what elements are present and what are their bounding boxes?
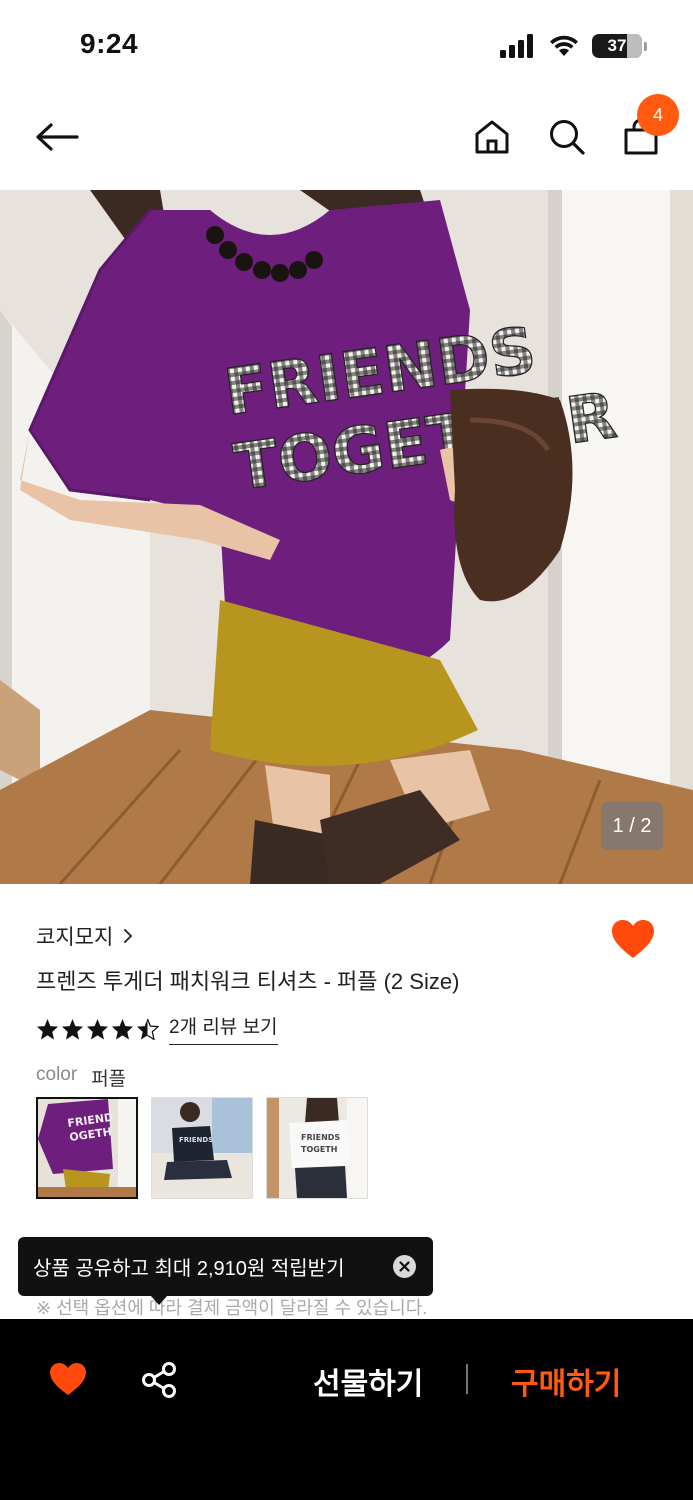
home-button[interactable] [467, 112, 517, 162]
tooltip-close-button[interactable] [393, 1255, 416, 1278]
svg-text:TOGETH: TOGETH [301, 1145, 337, 1154]
wishlist-heart-icon[interactable] [48, 1361, 88, 1397]
back-button[interactable] [32, 112, 82, 162]
brand-name: 코지모지 [36, 926, 114, 949]
action-divider [466, 1364, 468, 1394]
chevron-right-icon [124, 929, 133, 943]
product-photo: FRIENDS TOGETHER [0, 190, 693, 884]
star-icon [61, 1018, 84, 1040]
brand-link[interactable]: 코지모지 [36, 921, 133, 951]
close-icon [399, 1261, 410, 1272]
color-thumb-purple[interactable]: FRIEND OGETH [36, 1097, 138, 1199]
rating-stars [36, 1018, 159, 1040]
thumb-image-white: FRIENDS TOGETH [267, 1098, 367, 1198]
search-icon [550, 120, 585, 155]
star-icon [36, 1018, 59, 1040]
product-title: 프렌즈 투게더 패치워크 티셔츠 - 퍼플 (2 Size) [36, 969, 460, 994]
status-bar: 9:24 37 [0, 0, 693, 92]
arrow-left-icon [36, 123, 79, 151]
tooltip-text: 상품 공유하고 최대 2,910원 적립받기 [33, 1258, 345, 1280]
color-thumbnails: FRIEND OGETH FRIENDS FRIENDS TOGETH [36, 1097, 368, 1199]
top-navigation [0, 92, 693, 190]
battery-icon: 37 [592, 34, 642, 58]
color-thumb-navy[interactable]: FRIENDS [151, 1097, 253, 1199]
thumb-image-purple: FRIEND OGETH [38, 1099, 136, 1197]
search-button[interactable] [542, 112, 592, 162]
wifi-icon [550, 35, 578, 56]
svg-text:FRIENDS: FRIENDS [301, 1133, 340, 1142]
status-time: 9:24 [80, 28, 139, 59]
cart-count-badge: 4 [637, 94, 679, 136]
svg-text:FRIENDS: FRIENDS [179, 1136, 213, 1144]
price-notice: ※ 선택 옵션에 따라 결제 금액이 달라질 수 있습니다. [36, 1298, 428, 1318]
product-image-gallery[interactable]: FRIENDS TOGETHER 1 / 2 [0, 190, 693, 884]
color-value: 퍼플 [91, 1069, 127, 1090]
home-icon [475, 120, 509, 154]
share-icon[interactable] [140, 1361, 178, 1399]
battery-tip [644, 41, 647, 51]
wishlist-heart-icon[interactable] [610, 918, 656, 960]
gift-button[interactable]: 선물하기 [313, 1359, 423, 1403]
buy-button[interactable]: 구매하기 [511, 1359, 621, 1403]
color-option-row: color 퍼플 [36, 1064, 126, 1091]
half-star-icon [136, 1018, 159, 1040]
tooltip-tail [150, 1295, 168, 1305]
color-label: color [36, 1064, 78, 1085]
star-icon [111, 1018, 134, 1040]
review-link[interactable]: 2개 리뷰 보기 [169, 1012, 278, 1045]
share-reward-tooltip: 상품 공유하고 최대 2,910원 적립받기 [18, 1237, 433, 1296]
battery-level: 37 [607, 36, 627, 55]
rating-row: 2개 리뷰 보기 [36, 1012, 278, 1045]
status-icons: 37 [500, 32, 647, 60]
thumb-image-navy: FRIENDS [152, 1098, 252, 1198]
color-thumb-white[interactable]: FRIENDS TOGETH [266, 1097, 368, 1199]
star-icon [86, 1018, 109, 1040]
signal-icon [500, 34, 533, 58]
image-page-indicator: 1 / 2 [601, 802, 663, 850]
bottom-action-bar: 선물하기 구매하기 [0, 1319, 693, 1500]
